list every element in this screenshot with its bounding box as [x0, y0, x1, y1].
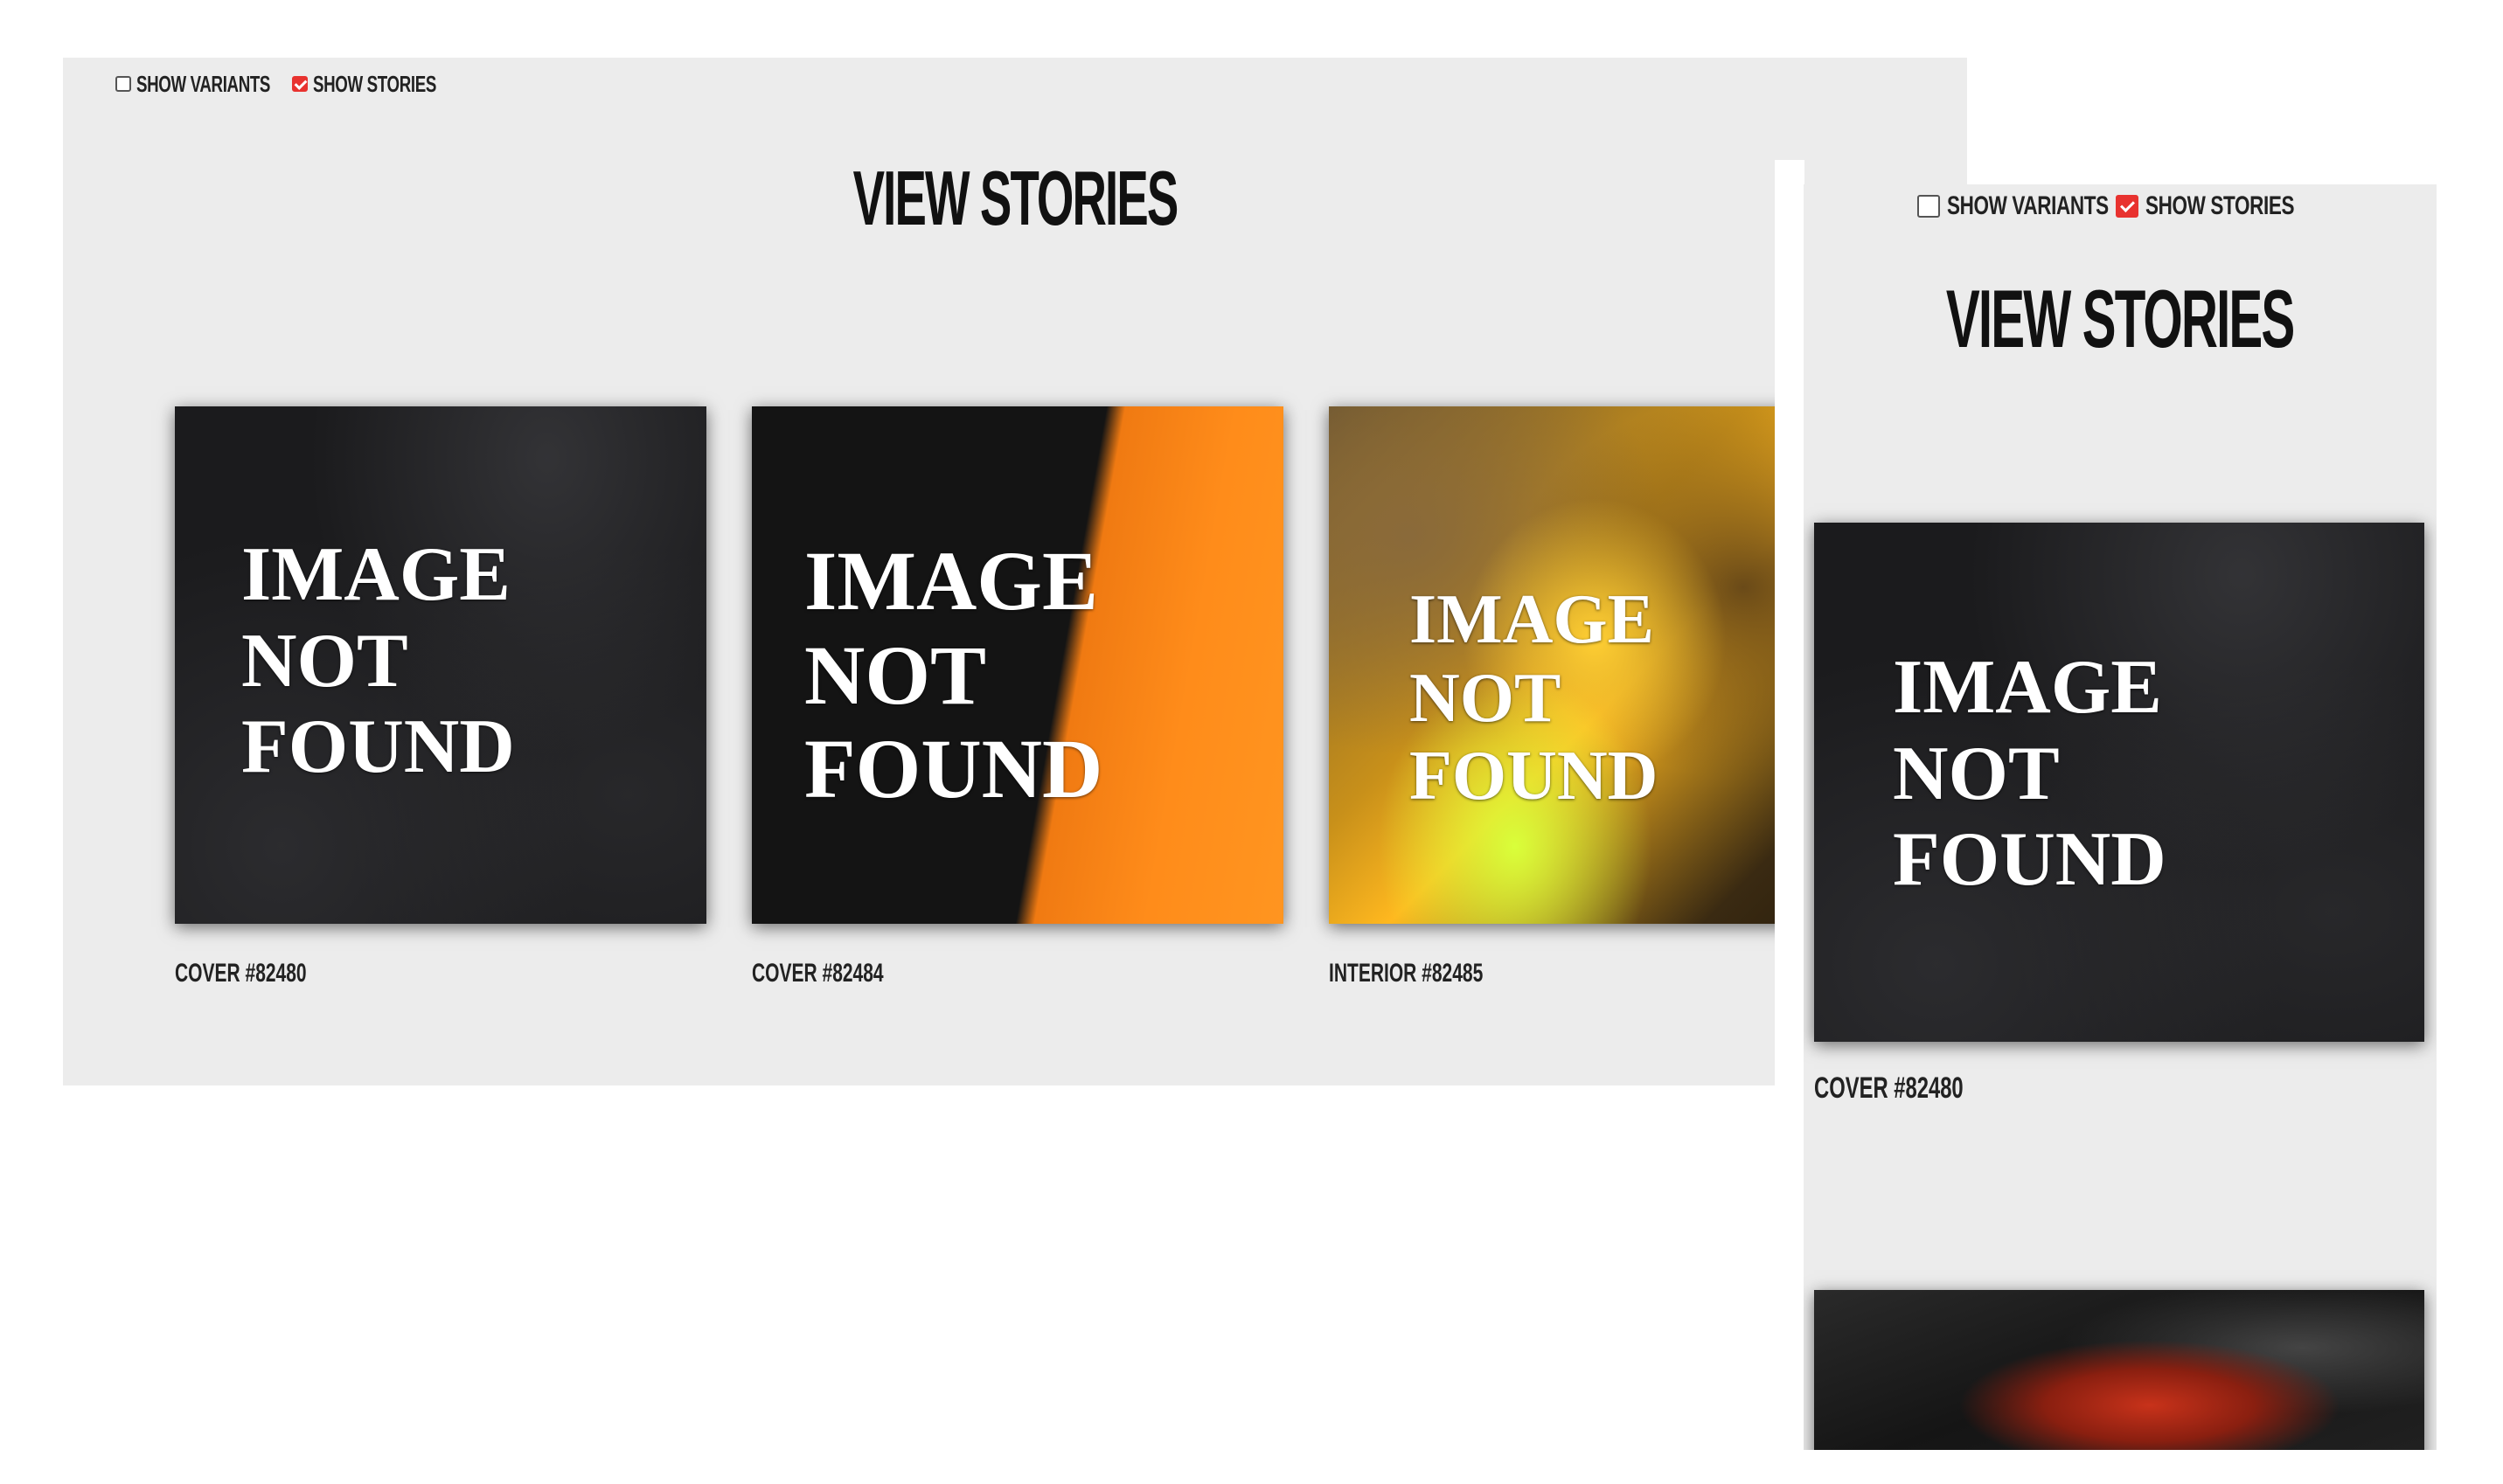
show-variants-label: SHOW VARIANTS	[1947, 191, 2109, 220]
story-caption: COVER #82484	[752, 959, 884, 988]
view-separator	[1775, 160, 1804, 1086]
story-thumbnail[interactable]: IMAGE NOT FOUND	[752, 406, 1283, 924]
story-caption: COVER #82480	[175, 959, 307, 988]
image-not-found-text: IMAGE NOT FOUND	[1893, 645, 2166, 903]
story-card[interactable]: IMAGE NOT FOUND COVER #82480	[175, 406, 706, 988]
show-stories-label: SHOW STORIES	[2145, 191, 2295, 220]
page-title: VIEW STORIES	[852, 155, 1179, 241]
mobile-view: SHOW VARIANTS SHOW STORIES VIEW STORIES …	[1804, 184, 2437, 1450]
show-stories-label: SHOW STORIES	[313, 70, 436, 97]
show-variants-toggle[interactable]: SHOW VARIANTS	[1917, 191, 2109, 221]
show-variants-toggle[interactable]: SHOW VARIANTS	[115, 70, 271, 98]
story-card[interactable]: IMAGE NOT FOUND COVER #82480	[1814, 523, 2424, 1105]
show-variants-checkbox[interactable]	[1917, 195, 1940, 218]
story-caption: INTERIOR #82485	[1329, 959, 1484, 988]
image-not-found-text: IMAGE NOT FOUND	[241, 532, 515, 790]
image-not-found-text: IMAGE NOT FOUND	[804, 534, 1103, 816]
view-toggles: SHOW VARIANTS SHOW STORIES	[1917, 190, 2310, 223]
story-caption: COVER #82480	[1814, 1071, 1964, 1105]
story-card[interactable]: IMAGE NOT FOUND COVER #82484	[752, 406, 1283, 988]
page-title: VIEW STORIES	[1946, 273, 2295, 364]
show-stories-toggle[interactable]: SHOW STORIES	[2116, 191, 2295, 221]
show-variants-checkbox[interactable]	[115, 76, 131, 92]
show-stories-checkbox[interactable]	[2116, 195, 2138, 218]
view-toggles: SHOW VARIANTS SHOW STORIES	[115, 68, 460, 100]
show-stories-toggle[interactable]: SHOW STORIES	[292, 70, 436, 98]
desktop-view: SHOW VARIANTS SHOW STORIES VIEW STORIES …	[63, 58, 1967, 1085]
story-thumbnail[interactable]: IMAGE NOT FOUND	[175, 406, 706, 924]
story-thumbnail[interactable]	[1814, 1290, 2424, 1450]
story-card[interactable]	[1814, 1290, 2424, 1450]
show-stories-checkbox[interactable]	[292, 76, 308, 92]
story-thumbnail[interactable]: IMAGE NOT FOUND	[1814, 523, 2424, 1042]
show-variants-label: SHOW VARIANTS	[136, 70, 271, 97]
image-not-found-text: IMAGE NOT FOUND	[1409, 581, 1658, 815]
